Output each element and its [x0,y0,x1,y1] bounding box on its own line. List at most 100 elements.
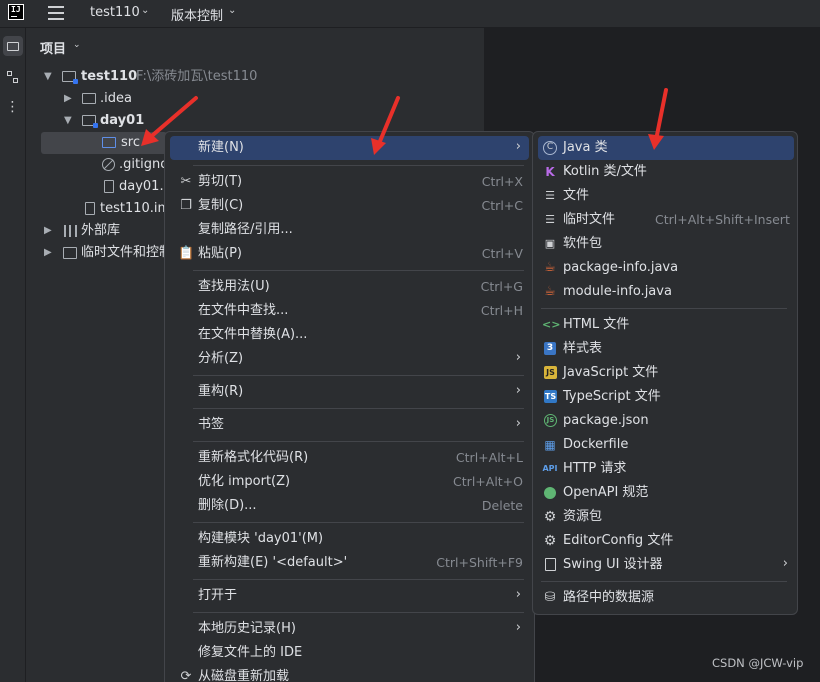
chevron-down-icon[interactable]: ⌄ [141,5,149,16]
menu-item-label: 打开于 [198,588,238,603]
panel-title[interactable]: 项目 [40,38,66,57]
submenu-item-label: Java 类 [563,140,608,155]
menu-item-rebuild[interactable]: 重新构建(E) '<default>' Ctrl+Shift+F9 [170,551,529,575]
menu-item-label: 查找用法(U) [198,279,270,294]
menu-separator [193,441,524,442]
submenu-item-label: 路径中的数据源 [563,590,655,605]
library-icon [64,225,77,237]
chevron-right-icon[interactable]: ▶ [44,220,52,242]
html-icon: <> [542,318,561,331]
menu-item-shortcut: Ctrl+H [480,303,523,318]
menu-item-open-in[interactable]: 打开于 › [170,584,529,608]
project-tool-button[interactable] [3,36,23,56]
submenu-item-editorconfig[interactable]: ⚙ EditorConfig 文件 [538,529,794,553]
submenu-item-package-info[interactable]: ☕ package-info.java [538,256,794,280]
tree-node-day01[interactable]: ▼ day01 [40,110,480,132]
tree-node-label: .idea [100,91,132,106]
submenu-item-label: 临时文件 [563,212,616,227]
menu-item-local-history[interactable]: 本地历史记录(H) › [170,617,529,641]
chevron-right-icon: › [515,416,521,431]
file-icon [104,180,114,193]
structure-tool-button[interactable] [3,68,23,88]
text-file-icon: ☰ [545,189,555,202]
submenu-item-openapi[interactable]: OpenAPI 规范 [538,481,794,505]
submenu-item-kotlin[interactable]: K Kotlin 类/文件 [538,160,794,184]
tree-node-scratches[interactable]: ▶ 临时文件和控制 [40,242,165,264]
source-folder-icon [102,137,116,148]
more-tools-icon[interactable]: ⋮ [3,100,23,114]
submenu-item-label: 软件包 [563,236,603,251]
menu-item-build-module[interactable]: 构建模块 'day01'(M) [170,527,529,551]
menu-item-optimize-imports[interactable]: 优化 import(Z) Ctrl+Alt+O [170,470,529,494]
menu-separator [193,612,524,613]
chevron-down-icon[interactable]: ⌄ [228,5,236,16]
submenu-item-label: 资源包 [563,509,603,524]
menu-item-replace-in-files[interactable]: 在文件中替换(A)... [170,323,529,347]
vcs-widget[interactable]: 版本控制 [171,5,223,24]
menu-item-label: 粘贴(P) [198,246,242,261]
submenu-item-stylesheet[interactable]: 3 样式表 [538,337,794,361]
menu-item-delete[interactable]: 删除(D)... Delete [170,494,529,518]
scissors-icon: ✂ [180,174,192,189]
submenu-item-java-class[interactable]: C Java 类 [538,136,794,160]
menu-item-find-usages[interactable]: 查找用法(U) Ctrl+G [170,275,529,299]
submenu-item-javascript[interactable]: JS JavaScript 文件 [538,361,794,385]
submenu-item-label: Dockerfile [563,437,629,452]
scratch-file-icon: ☰ [545,213,555,226]
menu-item-refactor[interactable]: 重构(R) › [170,380,529,404]
menu-item-repair-ide[interactable]: 修复文件上的 IDE [170,641,529,665]
submenu-item-package-json[interactable]: JS package.json [538,409,794,433]
main-menu-icon[interactable] [48,6,64,20]
tree-node-src[interactable]: src [41,132,167,154]
submenu-item-resource-bundle[interactable]: ⚙ 资源包 [538,505,794,529]
menu-item-reload[interactable]: ⟳ 从磁盘重新加载 [170,665,529,682]
chevron-right-icon: › [515,139,521,154]
chevron-right-icon[interactable]: ▶ [64,88,72,110]
menu-item-analyze[interactable]: 分析(Z) › [170,347,529,371]
submenu-item-dockerfile[interactable]: ▦ Dockerfile [538,433,794,457]
tree-node-gitignore[interactable]: .gitigno [40,154,165,176]
menu-item-copy[interactable]: ❐ 复制(C) Ctrl+C [170,194,529,218]
submenu-item-module-info[interactable]: ☕ module-info.java [538,280,794,304]
submenu-item-swing[interactable]: Swing UI 设计器 › [538,553,794,577]
chevron-down-icon[interactable]: ⌄ [73,40,81,50]
menu-separator [193,375,524,376]
project-switcher[interactable]: test110 [90,5,140,20]
submenu-item-scratch[interactable]: ☰ 临时文件 Ctrl+Alt+Shift+Insert [538,208,794,232]
menu-item-reformat[interactable]: 重新格式化代码(R) Ctrl+Alt+L [170,446,529,470]
intellij-logo-icon[interactable]: IJ [8,4,24,20]
submenu-item-package[interactable]: ▣ 软件包 [538,232,794,256]
openapi-icon [544,487,556,499]
submenu-item-html[interactable]: <> HTML 文件 [538,313,794,337]
submenu-item-file[interactable]: ☰ 文件 [538,184,794,208]
chevron-right-icon[interactable]: ▶ [44,242,52,264]
menu-item-label: 优化 import(Z) [198,474,291,489]
module-folder-icon [62,71,78,84]
menu-separator [193,408,524,409]
menu-item-bookmarks[interactable]: 书签 › [170,413,529,437]
menu-item-shortcut: Ctrl+Shift+F9 [436,555,523,570]
database-icon: ⛁ [544,590,556,605]
menu-item-shortcut: Ctrl+X [481,174,523,189]
submenu-item-datasource[interactable]: ⛁ 路径中的数据源 [538,586,794,610]
tree-node-test110[interactable]: ▼ test110 F:\添砖加瓦\test110 [40,66,480,88]
menu-item-copy-path[interactable]: 复制路径/引用... [170,218,529,242]
folder-icon [7,42,19,51]
submenu-item-label: EditorConfig 文件 [563,533,674,548]
submenu-item-http[interactable]: API HTTP 请求 [538,457,794,481]
menu-item-find-in-files[interactable]: 在文件中查找... Ctrl+H [170,299,529,323]
tree-node-label: test110.im [100,201,165,216]
tree-node-idea[interactable]: ▶ .idea [40,88,480,110]
menu-separator [541,581,787,582]
tree-node-external-libraries[interactable]: ▶ 外部库 [40,220,165,242]
menu-item-paste[interactable]: 📋 粘贴(P) Ctrl+V [170,242,529,266]
menu-item-new[interactable]: 新建(N) › [170,136,529,160]
chevron-down-icon[interactable]: ▼ [64,110,72,132]
structure-icon [7,71,19,85]
menu-item-label: 复制路径/引用... [198,222,293,237]
menu-item-cut[interactable]: ✂ 剪切(T) Ctrl+X [170,170,529,194]
chevron-down-icon[interactable]: ▼ [44,66,52,88]
tree-node-test110-iml[interactable]: test110.im [40,198,165,220]
submenu-item-typescript[interactable]: TS TypeScript 文件 [538,385,794,409]
tree-node-day01-iml[interactable]: day01.i [40,176,165,198]
